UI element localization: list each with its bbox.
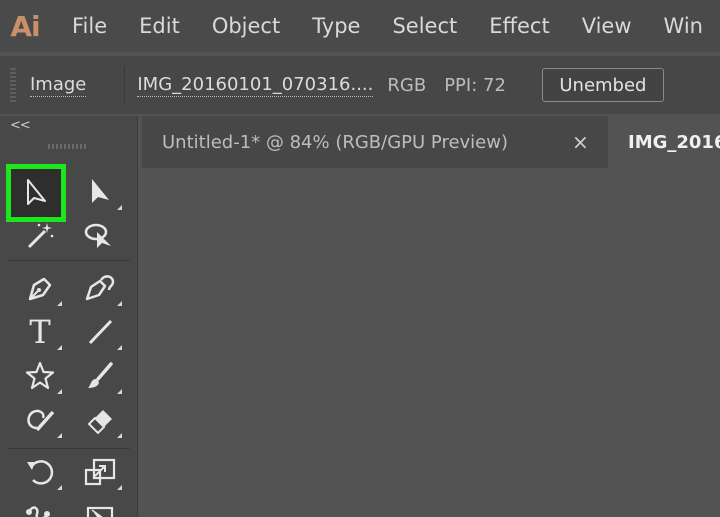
tab-img-2016[interactable]: IMG_2016 [608, 116, 720, 168]
line-segment-tool[interactable] [74, 310, 126, 354]
flyout-indicator [57, 301, 62, 306]
pen-nib-icon [28, 277, 52, 301]
magic-wand-icon [27, 223, 54, 249]
toolbar-separator [8, 260, 130, 261]
flyout-indicator [57, 345, 62, 350]
menu-edit[interactable]: Edit [123, 0, 196, 52]
menu-object[interactable]: Object [196, 0, 296, 52]
rotate-icon [27, 460, 54, 485]
menu-window[interactable]: Win [648, 0, 719, 52]
scale-icon [84, 458, 116, 486]
eraser-tool[interactable] [74, 398, 126, 442]
free-transform-tool[interactable] [74, 494, 126, 517]
pen-tool[interactable] [14, 266, 66, 310]
linked-file-name[interactable]: IMG_20160101_070316.... [137, 74, 374, 97]
menu-select[interactable]: Select [376, 0, 473, 52]
rotate-tool[interactable] [14, 450, 66, 494]
flyout-indicator [57, 389, 62, 394]
lasso-icon [84, 223, 111, 248]
eraser-icon [87, 410, 112, 435]
flyout-indicator [117, 345, 122, 350]
unembed-button[interactable]: Unembed [541, 68, 664, 102]
color-mode-label: RGB [387, 74, 427, 96]
curvature-tool[interactable] [74, 266, 126, 310]
paintbrush-icon [88, 362, 113, 388]
shaper-tool[interactable] [14, 398, 66, 442]
ppi-label: PPI: 72 [444, 74, 506, 96]
control-bar: Image IMG_20160101_070316.... RGB PPI: 7… [0, 56, 720, 114]
control-bar-grip[interactable] [10, 68, 16, 102]
flyout-indicator [117, 301, 122, 306]
document-tab-bar: Untitled-1* @ 84% (RGB/GPU Preview) × IM… [142, 116, 720, 168]
object-type-link[interactable]: Image [30, 74, 87, 97]
control-divider [124, 66, 126, 104]
type-tool-icon: T [29, 313, 51, 351]
close-tab-icon[interactable]: × [572, 130, 589, 154]
star-tool[interactable] [14, 354, 66, 398]
tools-panel: << T [0, 116, 138, 517]
menu-type[interactable]: Type [296, 0, 376, 52]
puppet-warp-tool[interactable] [14, 494, 66, 517]
lasso-tool[interactable] [74, 214, 126, 258]
artboard-canvas[interactable] [142, 168, 720, 517]
free-transform-icon [86, 506, 114, 517]
tab-label: IMG_2016 [628, 131, 720, 153]
tab-label: Untitled-1* @ 84% (RGB/GPU Preview) [162, 131, 508, 153]
toolbar-separator [8, 448, 130, 449]
flyout-indicator [117, 433, 122, 438]
direct-selection-arrow-icon [92, 179, 109, 203]
flyout-indicator [57, 433, 62, 438]
menu-effect[interactable]: Effect [473, 0, 565, 52]
app-logo[interactable]: Ai [0, 0, 56, 52]
line-segment-icon [88, 319, 113, 345]
curvature-pen-icon [85, 275, 115, 301]
magic-wand-tool[interactable] [14, 214, 66, 258]
menu-bar: Ai File Edit Object Type Select Effect V… [0, 0, 720, 52]
collapse-panel-icon[interactable]: << [10, 118, 31, 133]
menu-view[interactable]: View [566, 0, 648, 52]
shaper-icon [27, 409, 55, 432]
scale-tool[interactable] [74, 450, 126, 494]
type-tool[interactable]: T [14, 310, 66, 354]
menu-file[interactable]: File [56, 0, 123, 52]
tools-panel-grip[interactable] [48, 144, 86, 149]
tab-untitled-1[interactable]: Untitled-1* @ 84% (RGB/GPU Preview) [142, 116, 608, 168]
flyout-indicator [117, 205, 122, 210]
flyout-indicator [117, 389, 122, 394]
selection-arrow-icon [27, 179, 46, 205]
puppet-warp-icon [26, 506, 50, 517]
direct-selection-tool[interactable] [74, 170, 126, 214]
flyout-indicator [57, 485, 62, 490]
star-icon [25, 361, 55, 390]
paintbrush-tool[interactable] [74, 354, 126, 398]
flyout-indicator [117, 485, 122, 490]
